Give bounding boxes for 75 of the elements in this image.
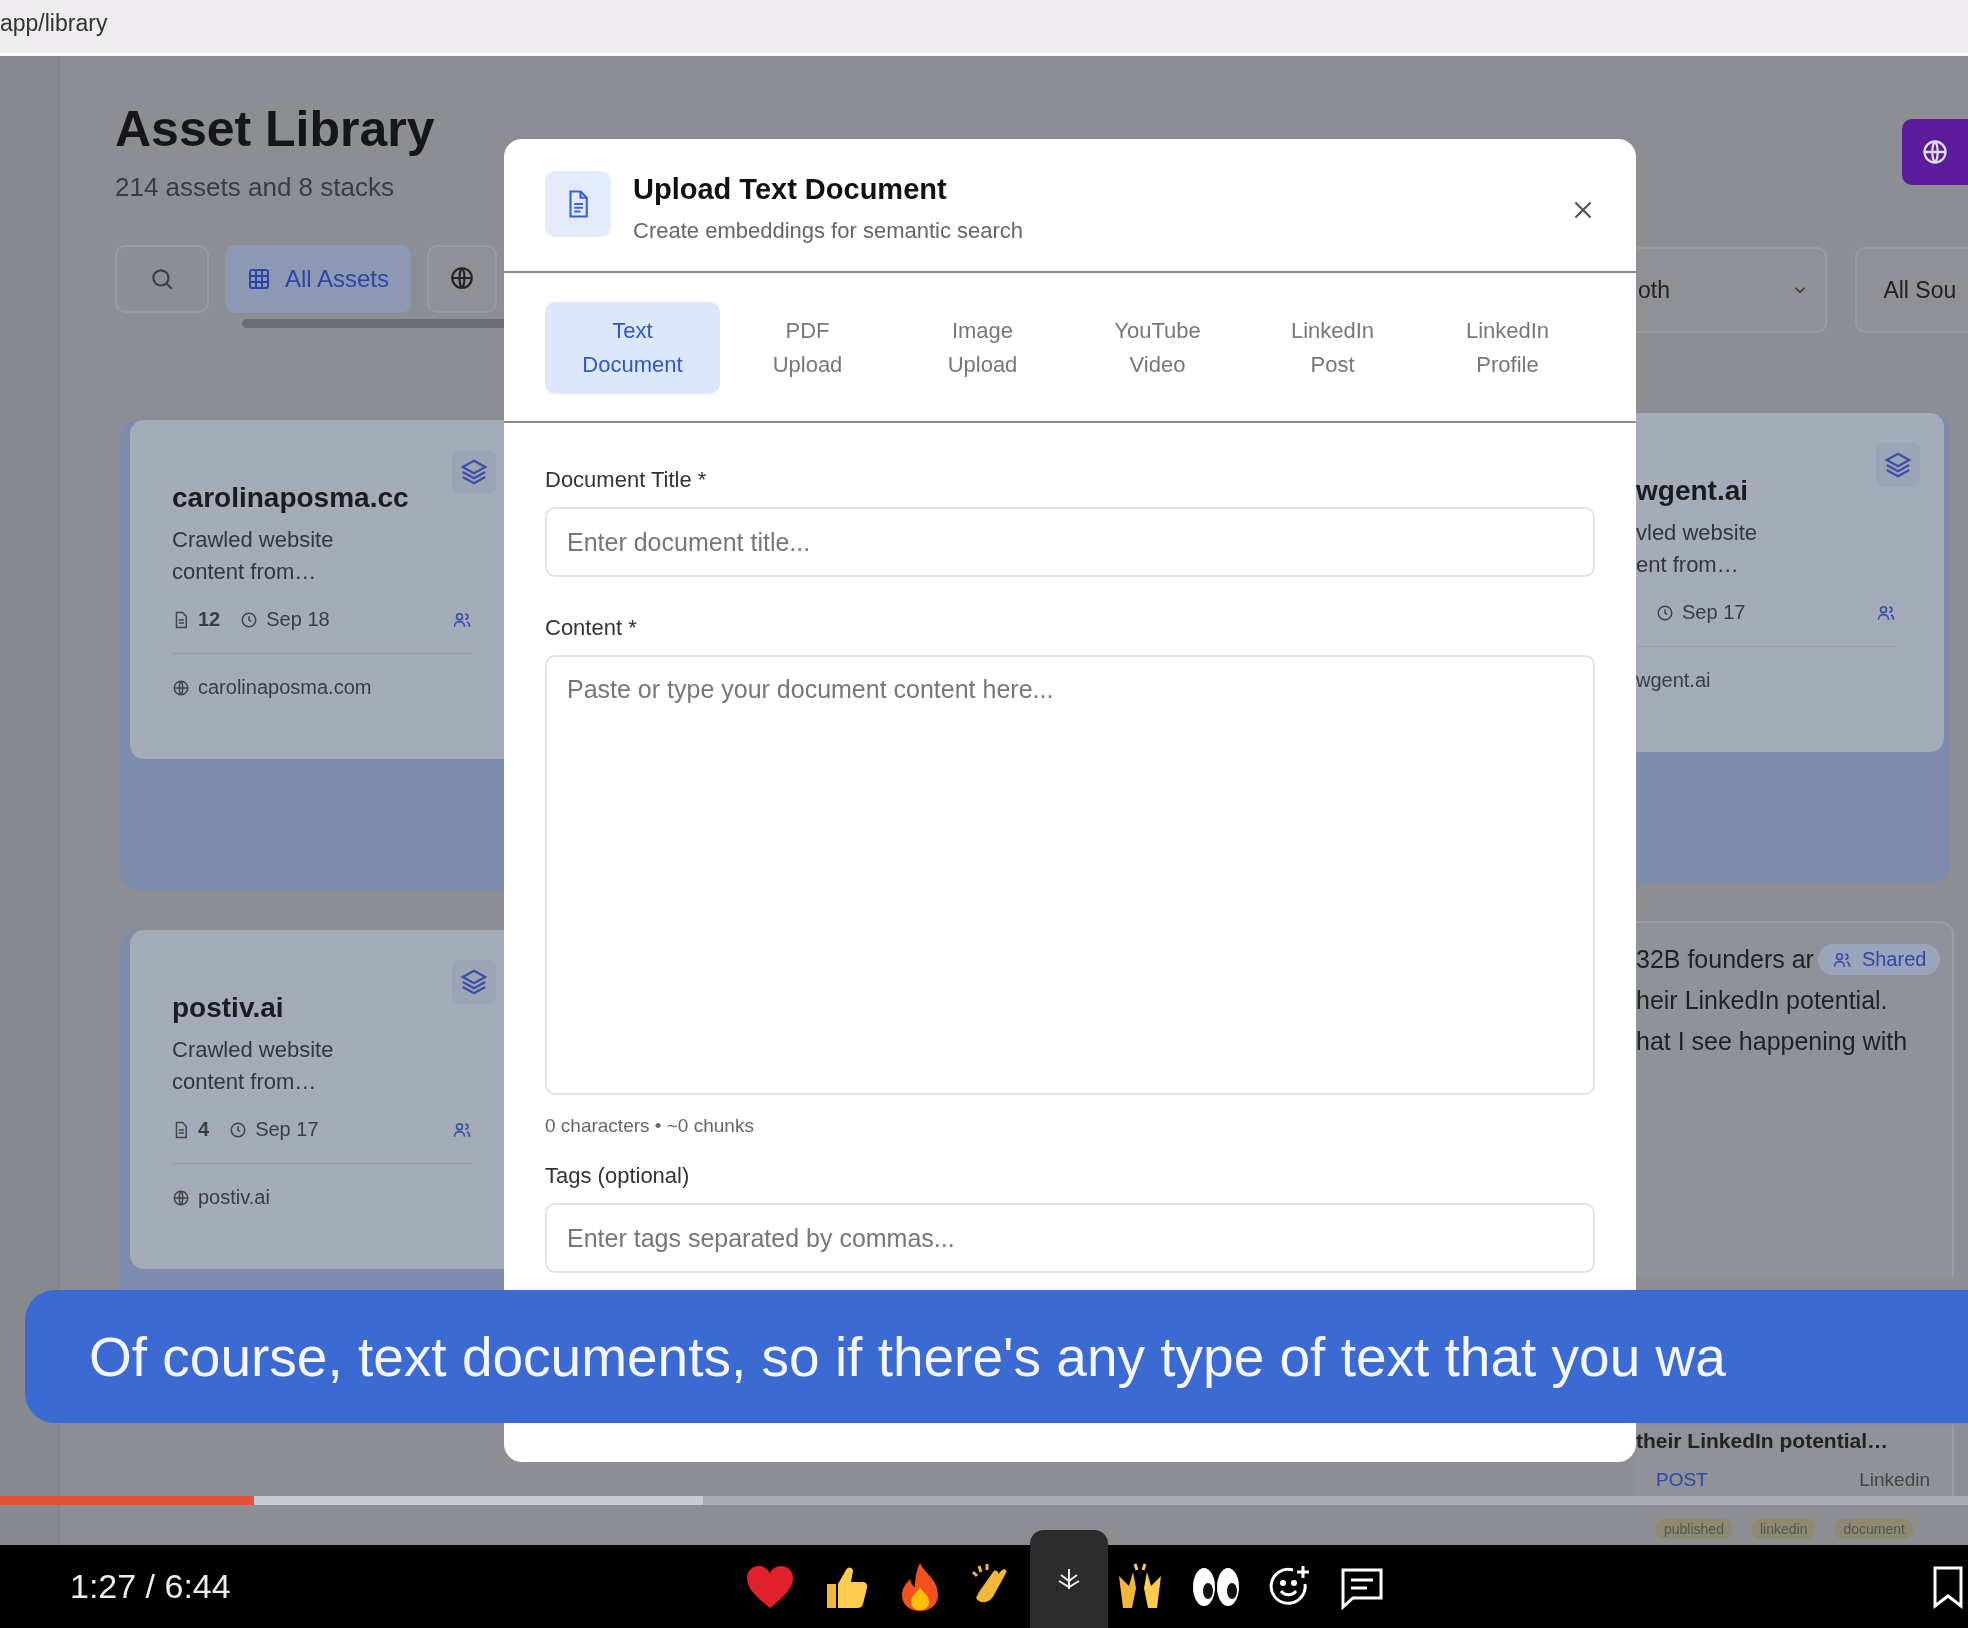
- clock-icon: [229, 1120, 248, 1139]
- tag: linkedin: [1751, 1519, 1816, 1539]
- field-label: Tags (optional): [545, 1163, 691, 1189]
- post-excerpt: their LinkedIn potential…: [1636, 1429, 1889, 1453]
- card-description: vled website: [1636, 519, 1759, 547]
- stack-icon: [1876, 443, 1920, 487]
- post-card[interactable]: 32B founders ar Shared heir LinkedIn potential. hat I see happening with: [1636, 921, 1954, 1277]
- post-platform: Linkedin: [1859, 1469, 1930, 1491]
- card-date: Sep 17: [1682, 601, 1746, 624]
- asset-card[interactable]: wgent.ai vled website ent from… Sep 17 wgent.ai: [1636, 413, 1944, 752]
- dropdown[interactable]: oth: [1636, 247, 1828, 333]
- card-description: content from…: [172, 558, 318, 586]
- post-card-footer[interactable]: their LinkedIn potential… POST Linkedin: [1636, 1425, 1954, 1497]
- card-description: Crawled website: [172, 1036, 335, 1064]
- globe-icon: [449, 264, 476, 291]
- upload-type-tab[interactable]: LinkedIn Profile: [1420, 302, 1595, 394]
- shared-badge: Shared: [1817, 944, 1941, 975]
- text-input[interactable]: Enter document title...: [545, 507, 1595, 577]
- card-title: wgent.ai: [1636, 475, 1749, 507]
- tag: document: [1835, 1519, 1913, 1539]
- card-description: content from…: [172, 1068, 318, 1096]
- dialog-title: Upload Text Document: [633, 173, 948, 206]
- stack-icon: [452, 450, 496, 494]
- card-date: Sep 17: [255, 1118, 319, 1141]
- post-text: 32B founders ar: [1636, 944, 1814, 975]
- page-subtitle: 214 assets and 8 stacks: [115, 172, 395, 203]
- globe-icon: [1921, 138, 1949, 166]
- grid-icon: [247, 267, 271, 291]
- upload-type-tab[interactable]: Text Document: [545, 302, 720, 394]
- chunk-count: 4: [198, 1118, 210, 1141]
- globe-icon: [172, 1188, 190, 1207]
- card-title: postiv.ai: [172, 992, 285, 1024]
- upload-type-tab[interactable]: PDF Upload: [720, 302, 895, 394]
- post-text: heir LinkedIn potential.: [1636, 985, 1889, 1016]
- card-source: wgent.ai: [1636, 669, 1711, 692]
- asset-card[interactable]: carolinaposma.cc Crawled website content from… 12 Sep 18 carolinaposma.com: [130, 420, 504, 759]
- card-title: carolinaposma.cc: [172, 482, 410, 514]
- chunk-count: 12: [198, 608, 221, 631]
- globe-button[interactable]: [427, 245, 498, 313]
- asset-card[interactable]: postiv.ai Crawled website content from… 4 Sep 17 postiv.ai: [130, 930, 504, 1269]
- card-date: Sep 18: [266, 608, 330, 631]
- stack-icon: [452, 960, 496, 1004]
- page-title: Asset Library: [115, 100, 436, 158]
- field-label: Document Title *: [545, 467, 708, 493]
- clock-icon: [1656, 603, 1674, 622]
- subtitle-caption: Of course, text documents, so if there's any type of text that you wa: [25, 1290, 1968, 1423]
- dropdown[interactable]: All Sou: [1855, 247, 1968, 333]
- card-source: postiv.ai: [198, 1186, 270, 1209]
- search-icon: [149, 266, 175, 292]
- bookmark-icon[interactable]: [1932, 1565, 1964, 1609]
- progress-track[interactable]: [0, 1496, 1968, 1505]
- document-icon: [545, 171, 611, 237]
- globe-button[interactable]: [1902, 119, 1968, 185]
- heart-icon[interactable]: [745, 1563, 795, 1610]
- video-time: 1:27 / 6:44: [70, 1567, 231, 1606]
- card-description: ent from…: [1636, 551, 1740, 579]
- field-label: Content *: [545, 615, 638, 641]
- upload-type-tab[interactable]: LinkedIn Post: [1245, 302, 1420, 394]
- clock-icon: [240, 610, 259, 629]
- post-type: POST: [1656, 1469, 1708, 1491]
- text-input[interactable]: Enter tags separated by commas...: [545, 1203, 1595, 1273]
- player-tab[interactable]: [1030, 1530, 1108, 1628]
- search-field[interactable]: [115, 245, 209, 313]
- post-text: hat I see happening with: [1636, 1026, 1909, 1057]
- card-description: Crawled website: [172, 526, 335, 554]
- card-source: carolinaposma.com: [198, 676, 372, 699]
- character-count: 0 characters • ~0 chunks: [545, 1115, 755, 1137]
- globe-icon: [172, 678, 190, 697]
- upload-type-tab[interactable]: Image Upload: [895, 302, 1070, 394]
- upload-type-tab[interactable]: YouTube Video: [1070, 302, 1245, 394]
- dialog-subtitle: Create embeddings for semantic search: [633, 218, 1024, 244]
- url-text: app/library: [0, 10, 108, 37]
- tag: published: [1656, 1519, 1732, 1539]
- filter-tab[interactable]: All Assets: [225, 245, 412, 313]
- content-textarea[interactable]: Paste or type your document content here...: [545, 655, 1595, 1095]
